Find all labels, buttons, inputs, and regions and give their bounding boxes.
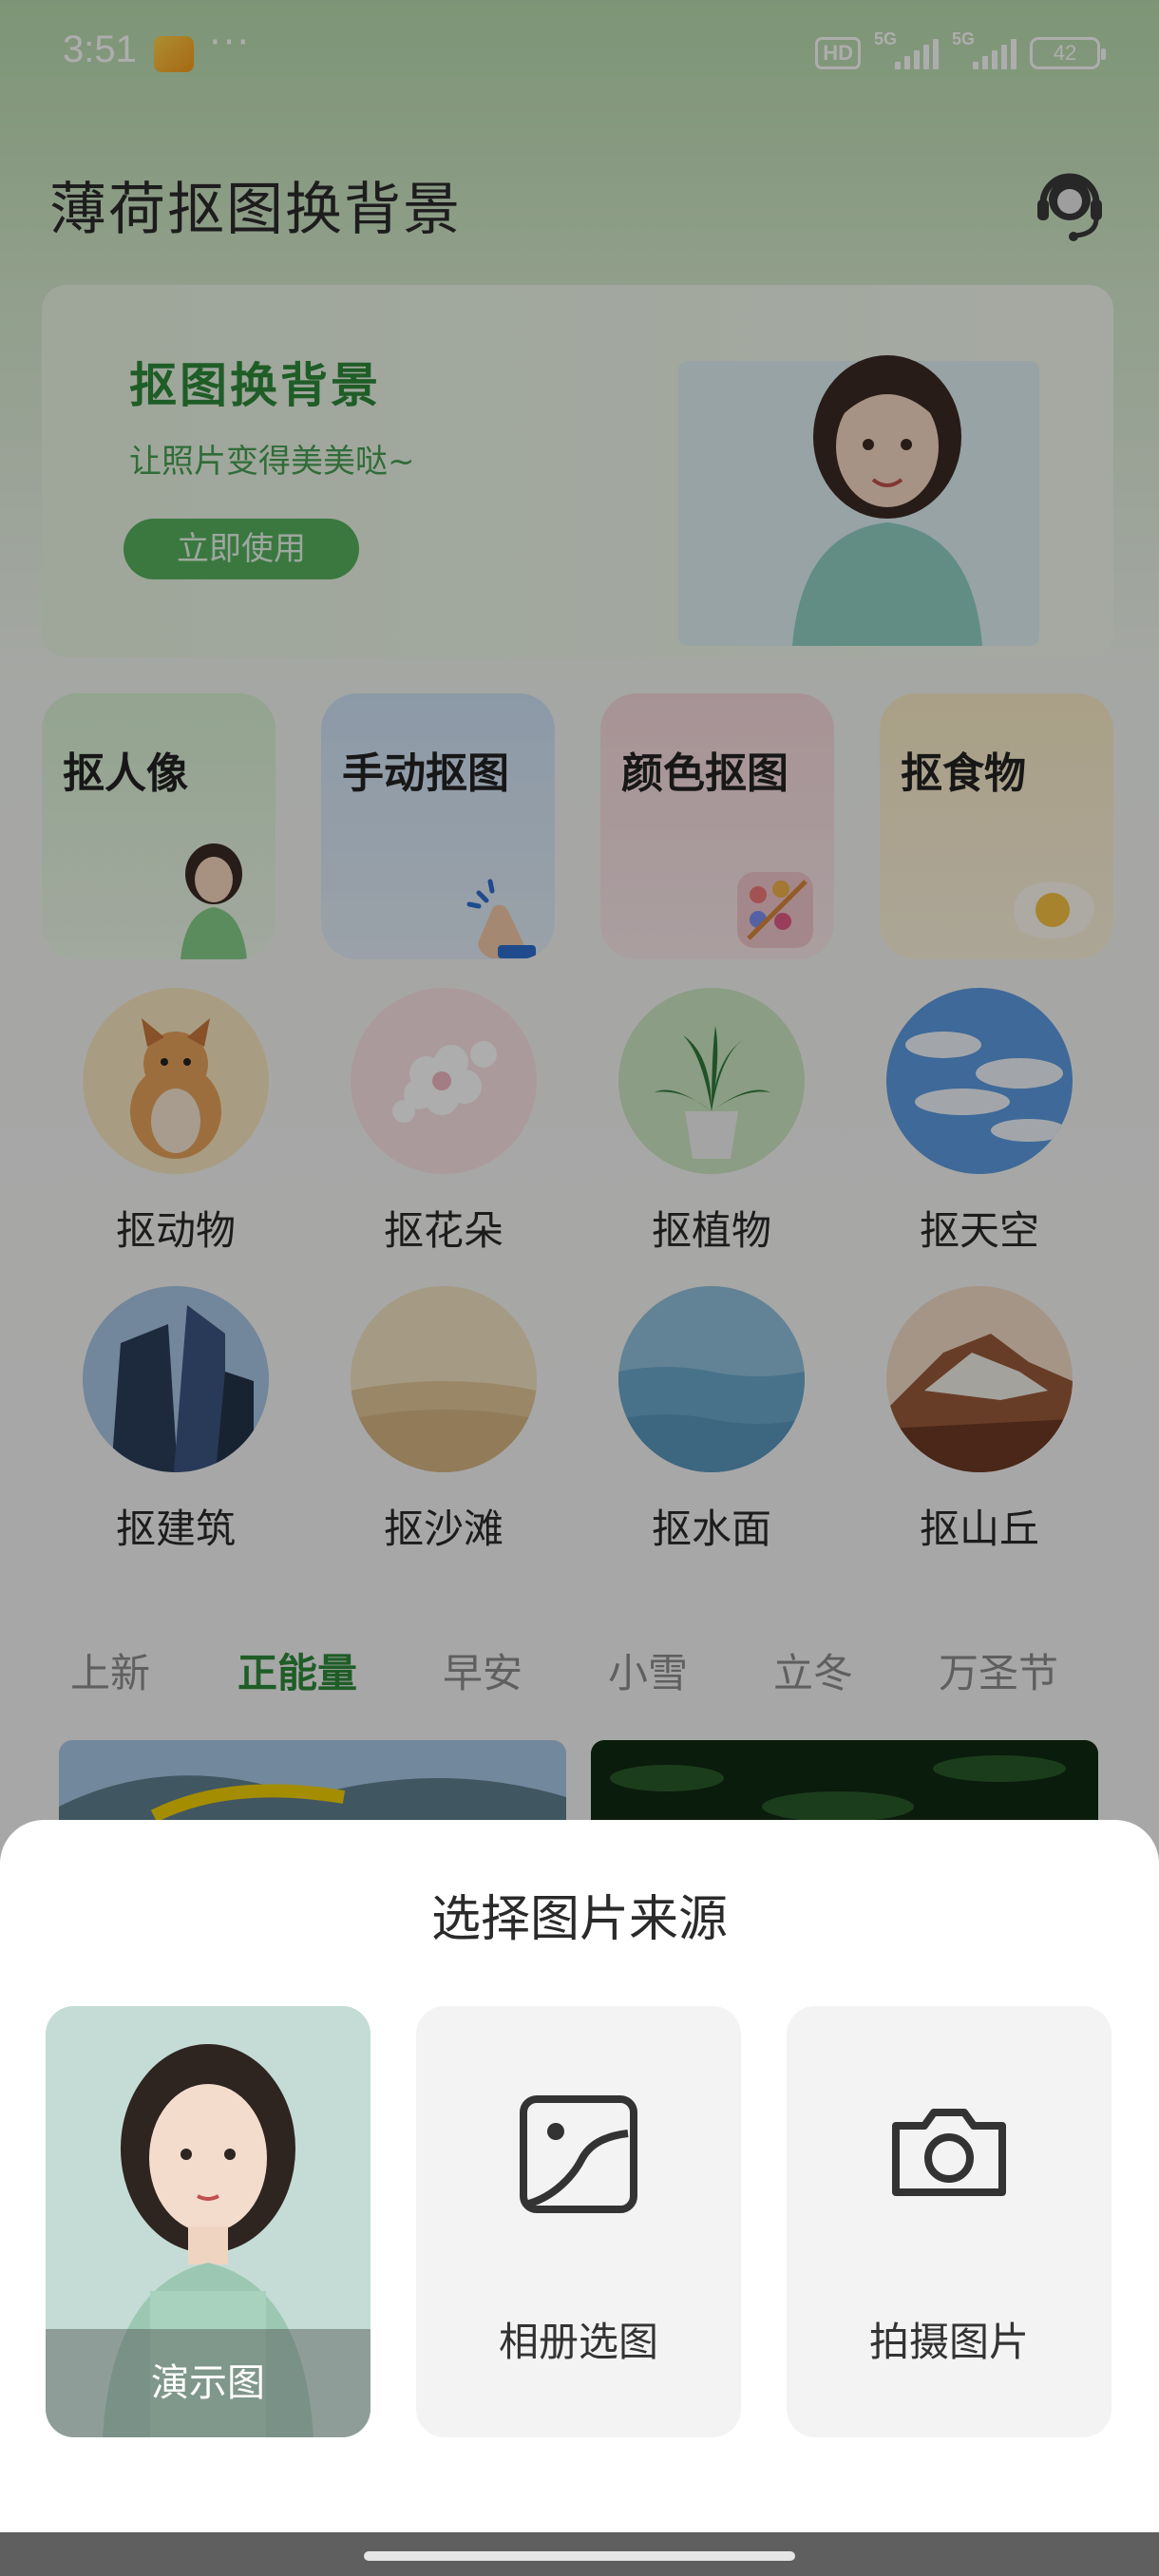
demo-image-option[interactable]: 演示图 [46, 2006, 370, 2437]
camera-icon [892, 2109, 1006, 2196]
gallery-option-label: 相册选图 [498, 2319, 658, 2365]
camera-option[interactable]: 拍摄图片 [787, 2006, 1112, 2437]
image-source-sheet: 选择图片来源 演示图 相册选图 拍摄图片 [0, 1820, 1159, 2532]
gallery-icon [520, 2095, 637, 2213]
camera-option-label: 拍摄图片 [868, 2319, 1029, 2365]
gallery-option[interactable]: 相册选图 [416, 2006, 741, 2437]
sheet-title: 选择图片来源 [430, 1891, 728, 1948]
demo-image-caption: 演示图 [46, 2329, 370, 2437]
home-indicator[interactable] [364, 2551, 795, 2561]
